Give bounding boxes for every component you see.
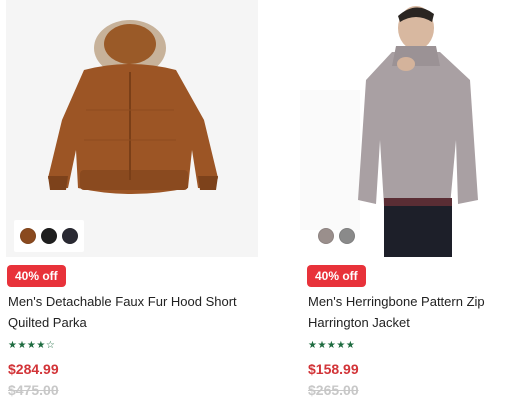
discount-badge: 40% off	[307, 265, 366, 287]
original-price: $475.00	[8, 382, 59, 398]
swatch-taupe[interactable]	[318, 228, 334, 244]
product-card[interactable]: 40% off Men's Herringbone Pattern Zip Ha…	[300, 0, 516, 398]
product-card[interactable]: 40% off Men's Detachable Faux Fur Hood S…	[0, 0, 266, 398]
rating-stars: ★★★★★	[308, 340, 356, 351]
product-name[interactable]: Men's Herringbone Pattern Zip Harrington…	[308, 291, 514, 333]
rating-stars: ★★★★☆	[8, 340, 56, 351]
parka-photo	[48, 20, 218, 194]
harrington-photo	[300, 6, 478, 257]
discount-badge: 40% off	[7, 265, 66, 287]
swatch-grey[interactable]	[339, 228, 355, 244]
sale-price: $284.99	[8, 361, 59, 377]
swatch-black[interactable]	[41, 228, 57, 244]
product-image-parka[interactable]	[6, 0, 258, 257]
sale-price: $158.99	[308, 361, 359, 377]
color-swatches	[14, 220, 84, 252]
swatch-brown[interactable]	[20, 228, 36, 244]
product-image-harrington[interactable]	[300, 0, 516, 257]
swatch-navy[interactable]	[62, 228, 78, 244]
color-swatches	[312, 220, 361, 252]
product-name[interactable]: Men's Detachable Faux Fur Hood Short Qui…	[8, 291, 264, 333]
original-price: $265.00	[308, 382, 359, 398]
